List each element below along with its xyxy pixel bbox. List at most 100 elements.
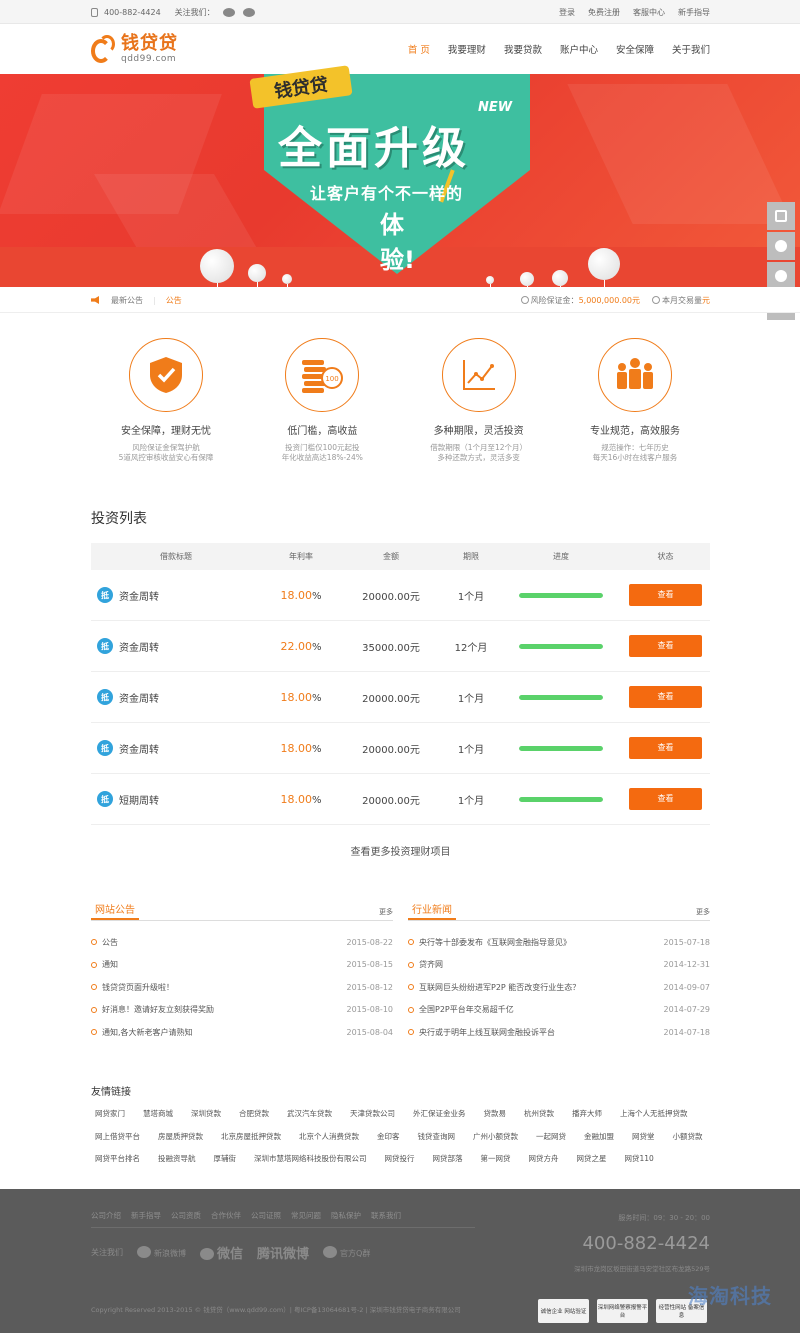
list-item[interactable]: 通知 2015-08-15 [91,954,393,977]
news-title[interactable]: 贷齐网 [408,959,443,970]
news-title[interactable]: 央行等十部委发布《互联网金融指导意见》 [408,937,571,948]
list-item[interactable]: 央行或于明年上线互联网金融投诉平台 2014-07-18 [408,1021,710,1044]
friend-link[interactable]: 深圳贷款 [187,1106,225,1129]
weibo-icon[interactable] [222,7,235,17]
friend-link[interactable]: 第一网贷 [477,1151,515,1174]
more-invest-link[interactable]: 查看更多投资理财项目 [91,843,710,858]
footer-tencent-weibo[interactable]: 腾讯微博 [257,1243,309,1262]
friend-link[interactable]: 一起网贷 [532,1129,570,1152]
friend-link[interactable]: 播弃大师 [568,1106,606,1129]
friend-link[interactable]: 合肥贷款 [235,1106,273,1129]
announcements-more-link[interactable]: 更多 [379,907,393,920]
friend-link[interactable]: 网贷家门 [91,1106,129,1129]
friend-link[interactable]: 慧塔商城 [139,1106,177,1129]
list-item[interactable]: 好消息！邀请好友立刻获得奖励 2015-08-10 [91,999,393,1022]
friend-link[interactable]: 投融资导航 [154,1151,200,1174]
loan-title[interactable]: 资金周转 [119,588,159,603]
view-button[interactable]: 查看 [629,686,702,708]
friend-link[interactable]: 杭州贷款 [520,1106,558,1129]
list-item[interactable]: 钱贷贷页面升级啦！ 2015-08-12 [91,976,393,999]
loan-title-cell[interactable]: 抵资金周转 [91,638,261,654]
friend-link[interactable]: 网贷投行 [381,1151,419,1174]
view-button[interactable]: 查看 [629,788,702,810]
footer-qq-group[interactable]: 官方Q群 [323,1246,370,1259]
friend-link[interactable]: 网上借贷平台 [91,1129,144,1152]
view-button[interactable]: 查看 [629,737,702,759]
footer-nav-link[interactable]: 公司介绍 [91,1210,121,1221]
service-center-link[interactable]: 客服中心 [633,7,665,18]
footer-wechat[interactable]: 微信 [200,1243,243,1262]
friend-link[interactable]: 天津贷款公司 [346,1106,399,1129]
friend-link[interactable]: 网贷堂 [628,1129,659,1152]
friend-link[interactable]: 网贷平台排名 [91,1151,144,1174]
friend-link[interactable]: 厚辅街 [210,1151,241,1174]
news-title[interactable]: 钱贷贷页面升级啦！ [91,982,174,993]
friend-link[interactable]: 上海个人无抵押贷款 [616,1106,692,1129]
friend-link[interactable]: 贷款易 [480,1106,511,1129]
friend-link[interactable]: 网贷部落 [429,1151,467,1174]
nav-home[interactable]: 首 页 [408,42,430,56]
loan-title-cell[interactable]: 抵短期周转 [91,791,261,807]
friend-link[interactable]: 网贷110 [621,1151,658,1174]
friend-link[interactable]: 广州小额贷款 [469,1129,522,1152]
friend-link[interactable]: 北京房屋抵押贷款 [217,1129,285,1152]
list-item[interactable]: 互联网巨头纷纷进军P2P 能否改变行业生态？ 2014-09-07 [408,976,710,999]
friend-link[interactable]: 房屋质押贷款 [154,1129,207,1152]
wechat-icon[interactable] [242,7,255,17]
trust-badge[interactable]: 诚信企业 网站验证 [538,1299,589,1323]
loan-title[interactable]: 资金周转 [119,690,159,705]
loan-title[interactable]: 资金周转 [119,741,159,756]
friend-link[interactable]: 网贷方舟 [525,1151,563,1174]
qrcode-tool[interactable] [767,202,795,230]
loan-title[interactable]: 短期周转 [119,792,159,807]
nav-invest[interactable]: 我要理财 [448,42,486,56]
trust-badge[interactable]: 深圳网络警察报警平台 [597,1299,648,1323]
footer-nav-link[interactable]: 联系我们 [371,1210,401,1221]
nav-about[interactable]: 关于我们 [672,42,710,56]
loan-title[interactable]: 资金周转 [119,639,159,654]
site-logo[interactable]: 钱贷贷 qdd99.com [91,33,178,65]
view-button[interactable]: 查看 [629,584,702,606]
friend-link[interactable]: 外汇保证金业务 [409,1106,470,1129]
footer-weibo[interactable]: 新浪微博 [137,1246,186,1259]
nav-account[interactable]: 账户中心 [560,42,598,56]
news-title[interactable]: 央行或于明年上线互联网金融投诉平台 [408,1027,555,1038]
friend-link[interactable]: 小额贷款 [669,1129,707,1152]
footer-nav-link[interactable]: 公司证照 [251,1210,281,1221]
loan-title-cell[interactable]: 抵资金周转 [91,689,261,705]
list-item[interactable]: 央行等十部委发布《互联网金融指导意见》 2015-07-18 [408,931,710,954]
notice-item[interactable]: 公告 [166,295,182,306]
news-title[interactable]: 全国P2P平台年交易超千亿 [408,1004,514,1015]
friend-link[interactable]: 钱贷查询网 [414,1129,460,1152]
footer-nav-link[interactable]: 合作伙伴 [211,1210,241,1221]
news-title[interactable]: 好消息！邀请好友立刻获得奖励 [91,1004,214,1015]
register-link[interactable]: 免费注册 [588,7,620,18]
view-button[interactable]: 查看 [629,635,702,657]
footer-nav-link[interactable]: 公司资质 [171,1210,201,1221]
friend-link[interactable]: 武汉汽车贷款 [283,1106,336,1129]
beginner-guide-link[interactable]: 新手指导 [678,7,710,18]
footer-nav-link[interactable]: 新手指导 [131,1210,161,1221]
login-link[interactable]: 登录 [559,7,575,18]
news-title[interactable]: 公告 [91,937,118,948]
list-item[interactable]: 全国P2P平台年交易超千亿 2014-07-29 [408,999,710,1022]
friend-link[interactable]: 深圳市慧塔网络科技股份有限公司 [250,1151,371,1174]
friend-link[interactable]: 网贷之星 [573,1151,611,1174]
news-title[interactable]: 通知 [91,959,118,970]
footer-nav-link[interactable]: 隐私保护 [331,1210,361,1221]
list-item[interactable]: 通知,各大新老客户请熟知 2015-08-04 [91,1021,393,1044]
footer-nav-link[interactable]: 常见问题 [291,1210,321,1221]
friend-link[interactable]: 金融加盟 [580,1129,618,1152]
news-title[interactable]: 互联网巨头纷纷进军P2P 能否改变行业生态？ [408,982,580,993]
friend-link[interactable]: 北京个人消费贷款 [295,1129,363,1152]
list-item[interactable]: 贷齐网 2014-12-31 [408,954,710,977]
chat-tool[interactable] [767,262,795,290]
nav-security[interactable]: 安全保障 [616,42,654,56]
friend-link[interactable]: 金印客 [373,1129,404,1152]
nav-borrow[interactable]: 我要贷款 [504,42,542,56]
news-title[interactable]: 通知,各大新老客户请熟知 [91,1027,193,1038]
qq-tool[interactable] [767,232,795,260]
list-item[interactable]: 公告 2015-08-22 [91,931,393,954]
industry-news-more-link[interactable]: 更多 [696,907,710,920]
loan-title-cell[interactable]: 抵资金周转 [91,587,261,603]
